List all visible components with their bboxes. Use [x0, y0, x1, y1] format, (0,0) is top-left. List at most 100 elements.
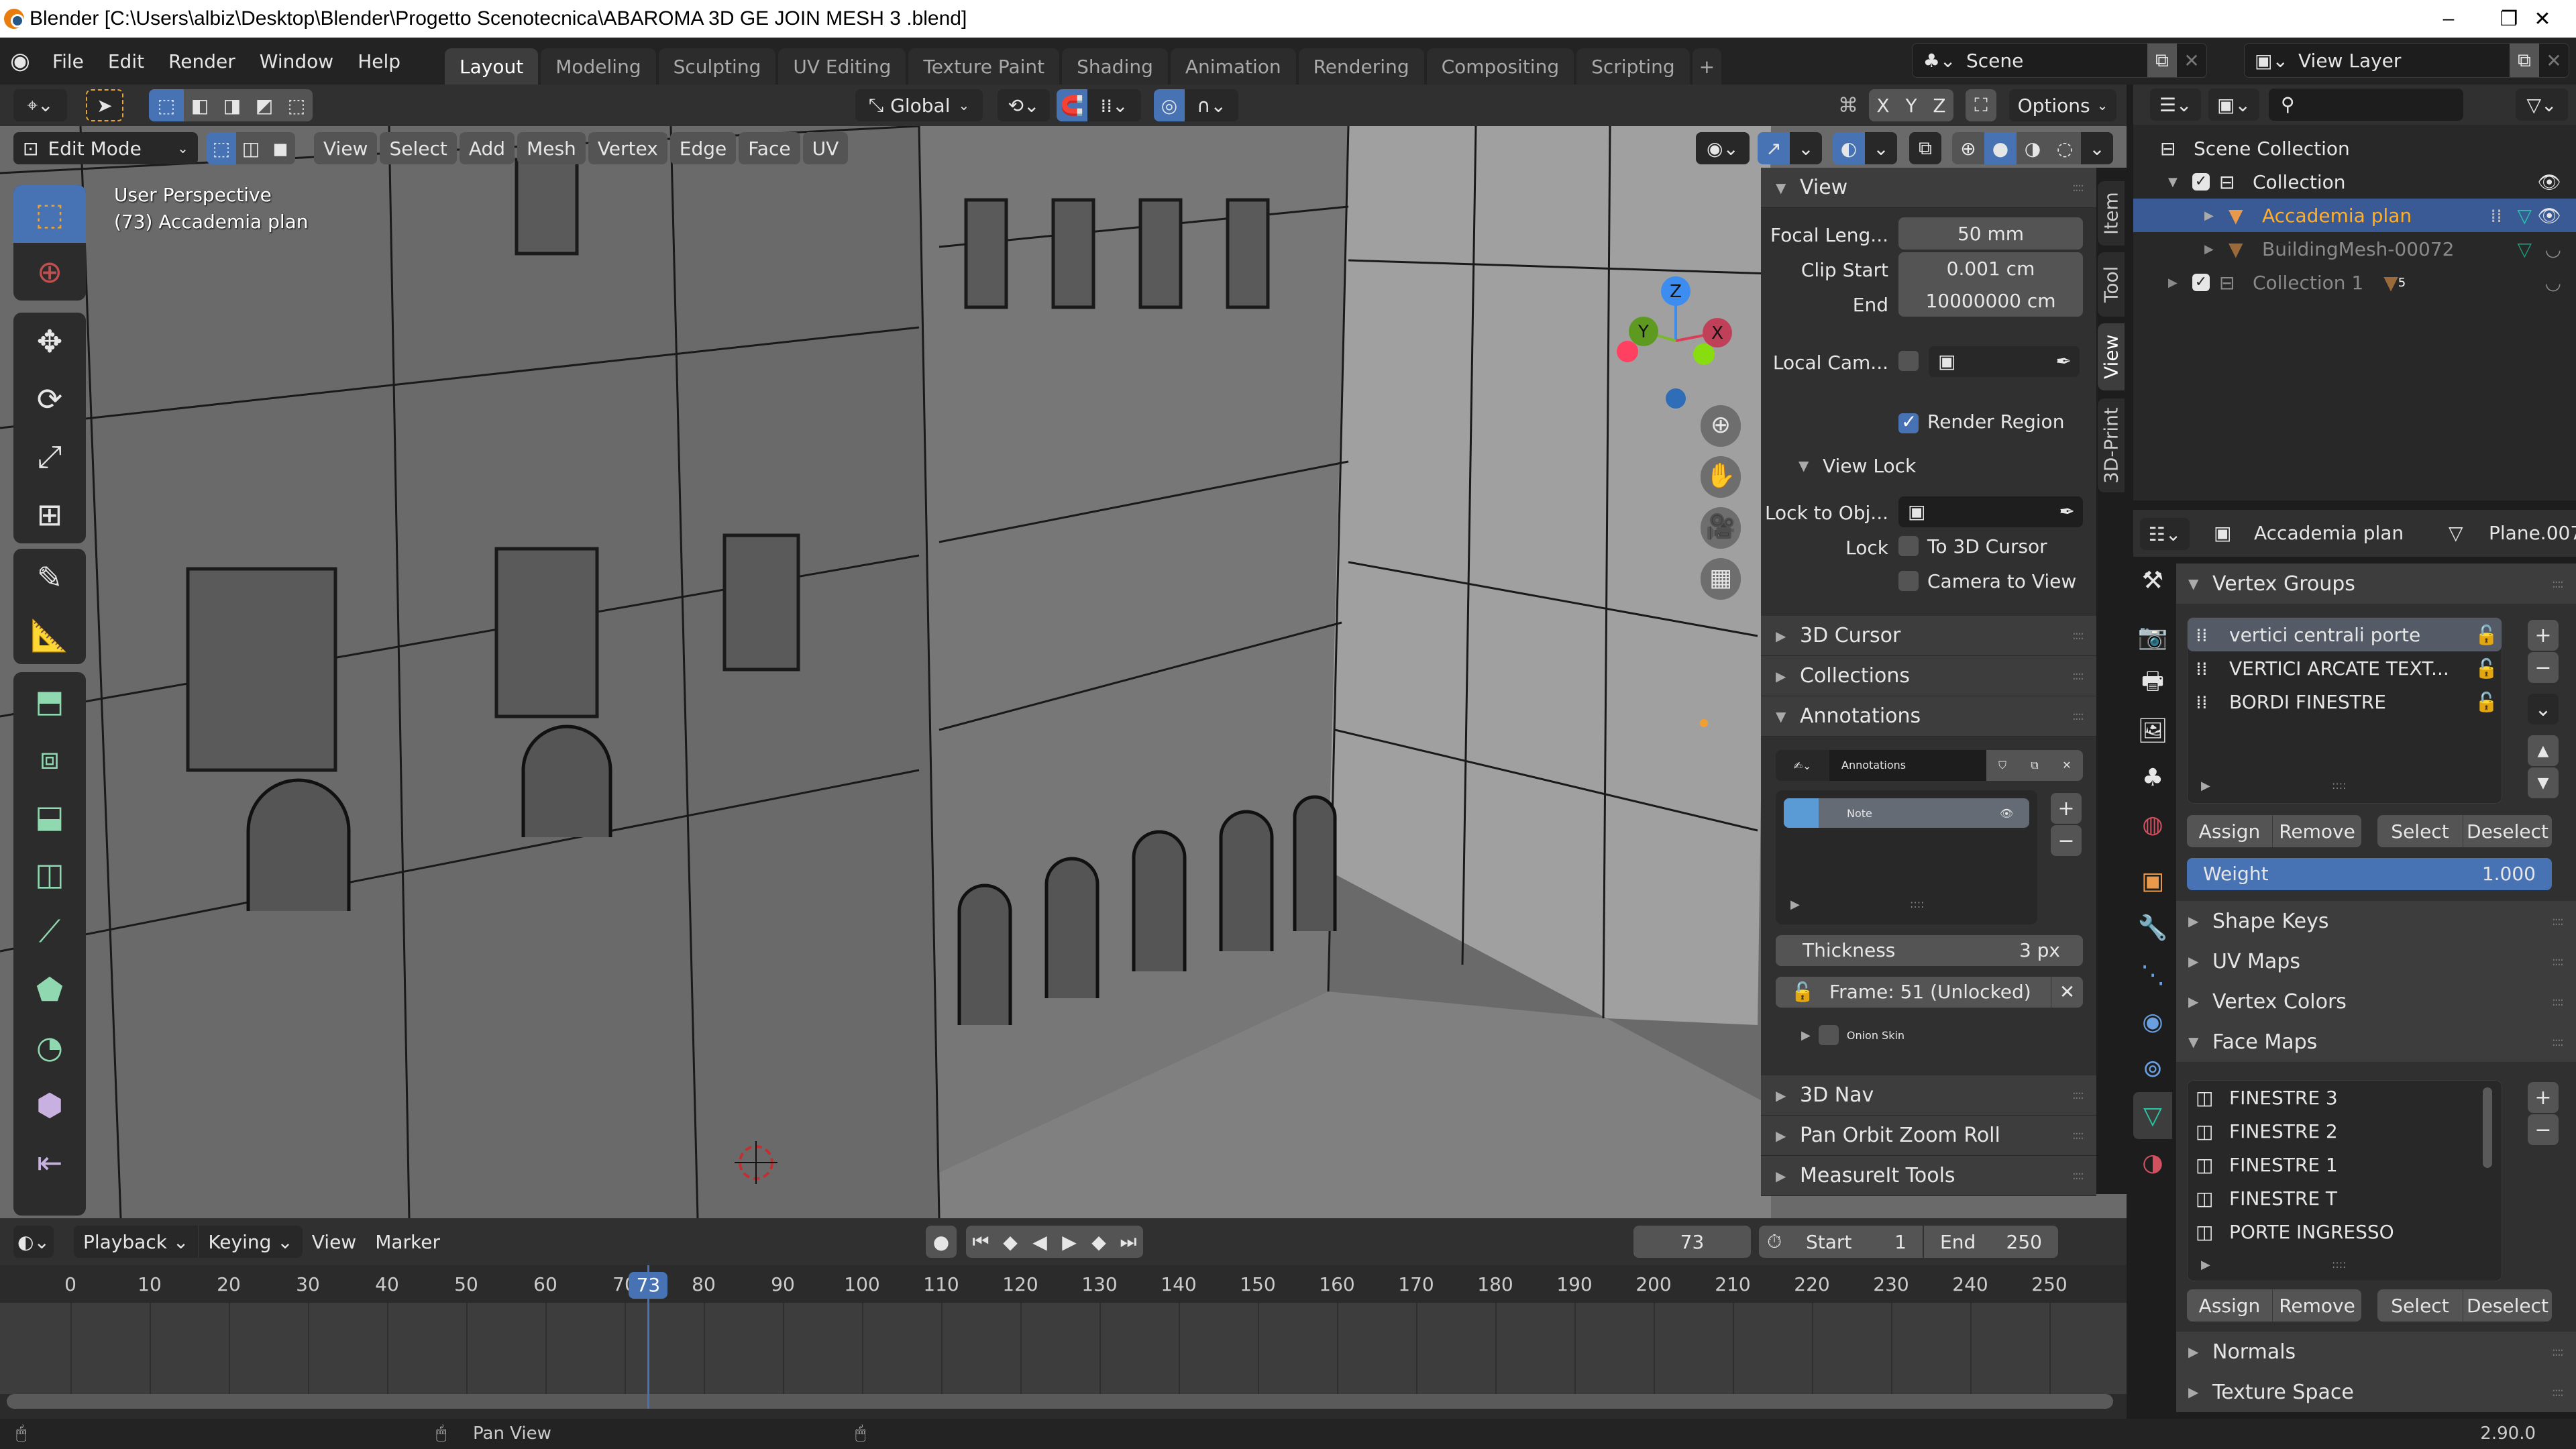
rotate-tool-icon[interactable]: ⟳	[13, 370, 86, 428]
preview-range-icon[interactable]: ⏱	[1759, 1226, 1790, 1258]
tab-shading[interactable]: Shading	[1062, 48, 1168, 85]
frame-clear-icon[interactable]: ✕	[2051, 977, 2083, 1008]
drag-handle-icon[interactable]: ::::	[2552, 1385, 2564, 1399]
gizmo-neg-x[interactable]	[1617, 341, 1638, 362]
snap-toggle-icon[interactable]: 🧲	[1057, 89, 1087, 121]
collapsed-icon[interactable]: ▶	[1790, 898, 1800, 912]
auto-merge-icon[interactable]: ⛶	[1966, 89, 1996, 121]
local-camera-field[interactable]: ▣ ✒	[1929, 346, 2080, 377]
material-shading-icon[interactable]: ◑	[2017, 132, 2049, 164]
annotate-tool-icon[interactable]: ✎	[13, 549, 86, 606]
mirror-y-toggle[interactable]: Y	[1897, 89, 1925, 121]
tab-scripting[interactable]: Scripting	[1576, 48, 1690, 85]
drag-handle-icon[interactable]: ::::	[2552, 577, 2564, 591]
face-map-item[interactable]: ◫ FINESTRE T	[2188, 1181, 2502, 1215]
select-new-icon[interactable]: ⬚	[149, 89, 184, 121]
select-button[interactable]: Select	[2377, 1289, 2463, 1322]
focal-length-field[interactable]: 50 mm	[1898, 217, 2083, 250]
timeline-scrollbar[interactable]	[7, 1394, 2113, 1409]
tab-item[interactable]: Item	[2098, 181, 2125, 246]
move-down-icon[interactable]: ▼	[2528, 767, 2559, 798]
move-up-icon[interactable]: ▲	[2528, 735, 2559, 766]
falloff-icon[interactable]: ∩⌄	[1185, 89, 1238, 121]
vertex-select-icon[interactable]: ⬚	[207, 132, 236, 164]
physics-icon[interactable]: ◉	[2133, 998, 2172, 1045]
measure-tool-icon[interactable]: 📐	[13, 606, 86, 664]
resize-handle-icon[interactable]: ::::	[2332, 1258, 2347, 1271]
collapsed-icon[interactable]: ▶	[2201, 779, 2210, 793]
tab-tool[interactable]: Tool	[2098, 252, 2125, 317]
eye-icon[interactable]: 👁	[2000, 807, 2029, 820]
tab-3d-print[interactable]: 3D-Print	[2098, 398, 2125, 492]
drag-handle-icon[interactable]: ::::	[2552, 955, 2564, 969]
annotation-datablock-name[interactable]: Annotations	[1829, 750, 1986, 781]
select-button[interactable]: Select	[2377, 815, 2463, 847]
menu-vertex[interactable]: Vertex	[588, 132, 667, 164]
new-view-layer-icon[interactable]: ⧉	[2510, 44, 2539, 77]
add-workspace-button[interactable]: +	[1692, 48, 1722, 85]
view-lock-subpanel[interactable]: ▼ View Lock	[1761, 447, 2096, 492]
render-region-checkbox[interactable]	[1898, 411, 1919, 433]
hidden-eye-icon[interactable]: ◡	[2545, 238, 2561, 260]
vertex-group-item[interactable]: ⁞⁞ vertici centrali porte 🔓	[2188, 618, 2502, 651]
drag-handle-icon[interactable]: ::::	[2072, 669, 2084, 683]
exclude-checkbox[interactable]: ✓	[2192, 274, 2210, 291]
navigation-gizmo[interactable]: Z X Y	[1610, 266, 1737, 413]
constraints-icon[interactable]: ⊚	[2133, 1045, 2172, 1092]
fake-user-icon[interactable]: ⛉	[1986, 750, 2019, 781]
end-frame-field[interactable]: End 250	[1924, 1226, 2058, 1258]
face-map-item[interactable]: ◫ FINESTRE 2	[2188, 1114, 2502, 1148]
remove-button[interactable]: Remove	[2273, 1289, 2361, 1322]
object-icon[interactable]: ▣	[2133, 857, 2172, 904]
perspective-toggle-icon[interactable]: ▦	[1701, 558, 1741, 600]
view-layer-filter-icon[interactable]: ▣⌄	[2208, 89, 2259, 121]
eye-icon[interactable]: 👁	[2537, 171, 2561, 193]
select-subtract-icon[interactable]: ◨	[216, 89, 248, 121]
scene-selector[interactable]: ♣⌄ Scene ⧉ ✕	[1912, 43, 2207, 78]
tab-uv-editing[interactable]: UV Editing	[778, 48, 906, 85]
remove-vertex-group-button[interactable]: −	[2528, 652, 2559, 683]
delete-scene-icon[interactable]: ✕	[2177, 50, 2206, 72]
eye-icon[interactable]: 👁	[2537, 205, 2561, 227]
drag-handle-icon[interactable]: ::::	[2072, 1169, 2084, 1183]
current-frame-field[interactable]: 73	[1633, 1226, 1751, 1258]
gizmo-neg-z[interactable]	[1666, 388, 1686, 409]
view-layer-icon[interactable]: 🖼	[2133, 707, 2172, 754]
vertex-group-specials-icon[interactable]: ⌄	[2528, 694, 2559, 724]
clip-end-field[interactable]: 10000000 cm	[1898, 284, 2083, 317]
section-normals[interactable]: ▶ Normals ::::	[2176, 1332, 2576, 1372]
deselect-button[interactable]: Deselect	[2463, 815, 2552, 847]
resize-handle-icon[interactable]: ::::	[2332, 779, 2347, 792]
eyedropper-icon[interactable]: ✒	[2056, 346, 2072, 377]
select-intersect-icon[interactable]: ⬚	[280, 89, 313, 121]
section-annotations[interactable]: ▼ Annotations ::::	[1761, 696, 2096, 737]
move-tool-icon[interactable]: ✥	[13, 313, 86, 370]
render-icon[interactable]: 📷	[2133, 613, 2172, 660]
mesh-data-icon[interactable]: ▽	[2517, 238, 2532, 260]
section-collections[interactable]: ▶ Collections ::::	[1761, 656, 2096, 696]
inset-tool-icon[interactable]: ⧈	[13, 730, 86, 788]
play-reverse-icon[interactable]: ◀	[1025, 1226, 1055, 1258]
menu-select[interactable]: Select	[380, 132, 457, 164]
blender-menu-icon[interactable]: ◉	[0, 48, 40, 74]
unlock-icon[interactable]: 🔓	[1776, 977, 1829, 1008]
outliner-row-accademia-plan[interactable]: ▶ ▼ Accademia plan ⁞⁞ ▽ 👁	[2133, 199, 2576, 232]
menu-help[interactable]: Help	[345, 50, 413, 72]
prev-keyframe-icon[interactable]: ◆	[996, 1226, 1025, 1258]
playhead-frame-badge[interactable]: 73	[629, 1272, 668, 1299]
add-layer-button[interactable]: +	[2051, 793, 2082, 824]
world-icon[interactable]: ◍	[2133, 801, 2172, 848]
options-dropdown[interactable]: Options ⌄	[2009, 89, 2116, 121]
transform-pivot-icon[interactable]: ⌖⌄	[13, 89, 67, 121]
timeline-editor-type-icon[interactable]: ◐⌄	[13, 1226, 54, 1258]
timeline-track-area[interactable]	[0, 1303, 2127, 1394]
menu-window[interactable]: Window	[248, 50, 345, 72]
view-layer-selector[interactable]: ▣⌄ View Layer ⧉ ✕	[2244, 43, 2569, 78]
list-scrollbar[interactable]	[2483, 1087, 2492, 1168]
wireframe-shading-icon[interactable]: ⊕	[1952, 132, 1984, 164]
drag-handle-icon[interactable]: ::::	[2552, 914, 2564, 928]
exclude-checkbox[interactable]: ✓	[2192, 173, 2210, 191]
lock-to-3d-cursor-checkbox[interactable]	[1898, 536, 1919, 556]
weight-slider[interactable]: Weight 1.000	[2187, 858, 2552, 890]
drag-handle-icon[interactable]: ::::	[2072, 180, 2084, 195]
